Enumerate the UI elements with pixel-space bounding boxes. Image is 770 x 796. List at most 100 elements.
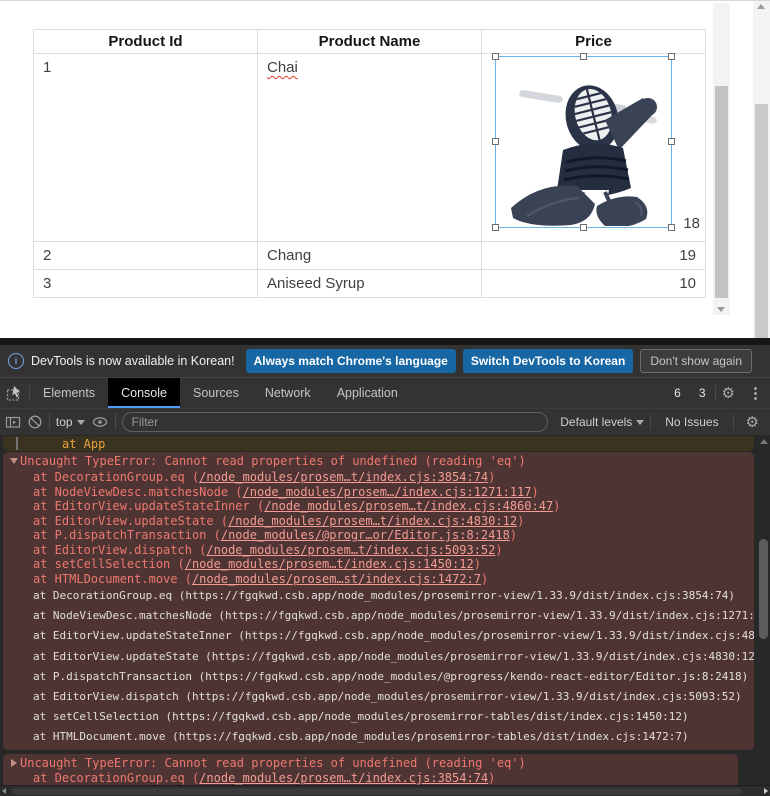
fist [639,98,657,116]
console-scrollbar-thumb[interactable] [759,539,768,639]
selection-handle[interactable] [492,53,499,60]
tab-application[interactable]: Application [324,378,411,408]
tab-elements[interactable]: Elements [30,378,108,408]
warning-count-badge[interactable]: 3 [690,386,715,400]
scroll-down-arrow-icon[interactable] [717,307,725,312]
inspect-element-button[interactable] [0,378,29,408]
infobar-message: DevTools is now available in Korean! [31,354,235,368]
selection-handle[interactable] [668,224,675,231]
cell-product-id[interactable]: 1 [34,54,258,242]
source-link[interactable]: /node_modules/prosem…t/index.cjs:3854:74 [199,771,488,785]
stack-indent-bar [16,437,18,450]
issues-counter[interactable]: No Issues [657,415,726,429]
raw-stack-line: at P.dispatchTransaction (https://fgqkwd… [33,670,748,690]
console-settings-gear-icon[interactable]: ⚙ [740,413,765,431]
info-glyph: i [15,356,18,366]
shinai-segment [519,90,564,104]
selection-handle[interactable] [580,53,587,60]
source-link[interactable]: /node_modules/prosem…t/index.cjs:3854:74 [199,470,488,484]
cell-product-name[interactable]: Chai [258,54,482,242]
editor-scrollbar-thumb[interactable] [715,86,728,298]
cell-product-name[interactable]: Aniseed Syrup [258,270,482,298]
source-link[interactable]: /node_modules/prosem…st/index.cjs:1472:7 [192,572,481,586]
selection-handle[interactable] [668,138,675,145]
frame-fn: at setCellSelection ( [33,557,185,571]
cell-product-id[interactable]: 2 [34,242,258,270]
frame-close: ) [532,485,539,499]
switch-to-korean-button[interactable]: Switch DevTools to Korean [463,349,633,373]
frame-close: ) [488,771,495,785]
tab-sources[interactable]: Sources [180,378,252,408]
source-link[interactable]: /node_modules/prosem…t/index.cjs:5093:52 [206,543,495,557]
cell-price[interactable]: 10 [482,270,706,298]
misspelled-word[interactable]: Chai [267,59,298,76]
warning-message-tail: at App [3,436,754,451]
raw-stack-line: at EditorView.updateState (https://fgqkw… [33,650,754,670]
selection-handle[interactable] [492,138,499,145]
console-messages-area: at App Uncaught TypeError: Cannot read p… [0,435,770,796]
selection-handle[interactable] [668,53,675,60]
language-infobar: i DevTools is now available in Korean! A… [0,345,770,377]
log-levels-selector[interactable]: Default levels [560,415,644,429]
frame-fn: at EditorView.updateStateInner ( [33,499,264,513]
frame-fn: at HTMLDocument.move ( [33,572,192,586]
page-scrollbar-thumb[interactable] [755,104,768,338]
triangle-collapsed-icon[interactable] [11,759,17,767]
close-icon[interactable]: × [766,354,770,368]
console-horizontal-scrollbar[interactable] [0,785,770,796]
warning-stack-frame[interactable]: at App [62,437,105,451]
frame-fn: at NodeViewDesc.matchesNode ( [33,485,243,499]
error-count-badge[interactable]: 6 [665,386,690,400]
source-link[interactable]: /node_modules/prosem…t/index.cjs:4830:12 [228,514,517,528]
stack-frame: at P.dispatchTransaction (/node_modules/… [33,528,517,543]
more-menu-icon[interactable]: ⋮ [741,384,770,402]
stack-frame: at HTMLDocument.move (/node_modules/pros… [33,572,488,587]
filter-input[interactable] [122,412,549,432]
raw-stack-line: at EditorView.dispatch (https://fgqkwd.c… [33,690,742,710]
frame-close: ) [510,528,517,542]
selection-handle[interactable] [492,224,499,231]
stack-frame: at DecorationGroup.eq (/node_modules/pro… [33,470,495,485]
source-link[interactable]: /node_modules/prosem…t/index.cjs:4860:47 [264,499,553,513]
frame-close: ) [481,572,488,586]
console-error-expanded[interactable]: Uncaught TypeError: Cannot read properti… [3,452,754,750]
kendo-fighter-image[interactable] [497,58,670,226]
selection-handle[interactable] [580,224,587,231]
frame-close: ) [474,557,481,571]
table-header-row: Product Id Product Name Price [34,30,706,54]
hscrollbar-thumb[interactable] [12,788,742,795]
clear-console-icon[interactable] [27,414,43,430]
frame-close: ) [488,470,495,484]
error-message: Uncaught TypeError: Cannot read properti… [20,454,526,468]
table-row: 2 Chang 19 [34,242,706,270]
cell-price[interactable]: 19 [482,242,706,270]
header-product-id: Product Id [34,30,258,54]
selected-image-frame[interactable] [495,56,672,228]
error-message: Uncaught TypeError: Cannot read properti… [20,756,526,770]
editor-scrollbar[interactable] [713,3,730,315]
cell-product-id[interactable]: 3 [34,270,258,298]
devtools-tabbar: Elements Console Sources Network Applica… [0,377,770,408]
console-vertical-scrollbar[interactable] [757,435,770,785]
dont-show-again-button[interactable]: Don't show again [640,349,752,373]
console-sidebar-icon[interactable] [5,414,21,430]
raw-stack-line: at EditorView.updateStateInner (https://… [33,629,754,649]
source-link[interactable]: /node_modules/prosem…/index.cjs:1271:117 [243,485,532,499]
cell-product-name[interactable]: Chang [258,242,482,270]
triangle-expanded-icon[interactable] [10,458,18,464]
match-language-button[interactable]: Always match Chrome's language [246,349,456,373]
scroll-up-arrow-icon[interactable] [757,4,765,9]
scroll-left-arrow-icon[interactable] [2,788,6,794]
page-scrollbar[interactable] [753,1,770,339]
tab-network[interactable]: Network [252,378,324,408]
context-selector[interactable]: top [56,415,85,429]
gear-icon[interactable]: ⚙ [716,384,741,402]
source-link[interactable]: /node_modules/@progr…or/Editor.js:8:2418 [221,528,510,542]
scroll-up-arrow-icon[interactable] [760,439,768,444]
scroll-right-arrow-icon[interactable] [764,788,768,794]
live-expression-eye-icon[interactable] [91,414,109,430]
source-link[interactable]: /node_modules/prosem…t/index.cjs:1450:12 [185,557,474,571]
tab-console[interactable]: Console [108,378,180,408]
raw-stack-line: at DecorationGroup.eq (https://fgqkwd.cs… [33,589,735,609]
frame-fn: at DecorationGroup.eq ( [33,470,199,484]
